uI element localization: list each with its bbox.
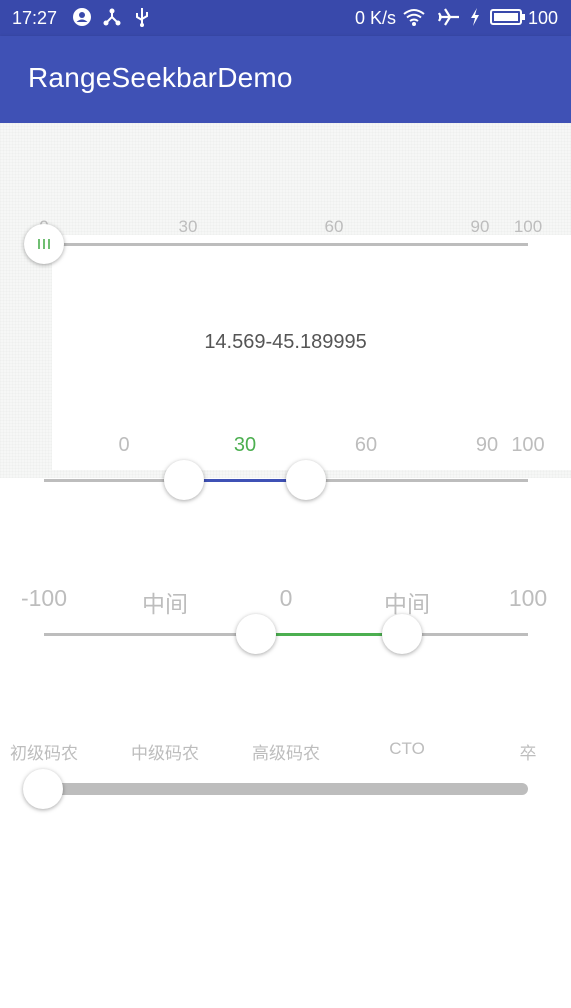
battery-icon (490, 9, 525, 25)
battery-level: 100 (528, 8, 559, 28)
seekbar-1-tick-2: 60 (324, 217, 344, 236)
seekbar-4-tick-1: 中级码农 (131, 744, 199, 763)
wifi-icon (403, 9, 425, 26)
seekbar-3-max-thumb[interactable] (382, 614, 422, 654)
grip-lines-icon (38, 239, 50, 249)
seekbar-4-tick-3: CTO (389, 739, 425, 758)
status-time: 17:27 (12, 8, 58, 28)
seekbar-4-tick-4: 卒 (519, 744, 537, 763)
seekbar-3-tick-4: 100 (508, 585, 548, 611)
seekbar-3-tick-1: 中间 (142, 591, 188, 617)
seekbar-3-progress (256, 633, 402, 636)
account-icon (73, 8, 91, 26)
seekbar-1-track[interactable] (44, 243, 528, 246)
range-value-text: 14.569-45.189995 (204, 331, 367, 353)
seekbar-2-max-thumb[interactable] (286, 460, 326, 500)
seekbar-2-min-thumb[interactable] (164, 460, 204, 500)
charging-icon (471, 8, 479, 26)
seekbar-3-min-thumb[interactable] (236, 614, 276, 654)
seekbar-2-tick-1-active: 30 (233, 434, 257, 456)
airplane-icon (438, 8, 459, 26)
content: 0 30 60 90 100 14.569-45.189995 0 30 60 … (0, 123, 571, 1008)
seekbar-3-tick-0: -100 (20, 585, 68, 611)
seekbar-4-tick-0: 初级码农 (10, 744, 78, 763)
status-bar: 17:27 0 K/s 100 (0, 0, 571, 36)
seekbar-1-thumb[interactable] (24, 224, 64, 264)
usb-icon (136, 8, 148, 27)
seekbar-1-tick-4: 100 (513, 217, 543, 236)
seekbar-1-tick-1: 30 (178, 217, 198, 236)
seekbar-2-tick-0: 0 (118, 434, 130, 456)
seekbar-4-thumb[interactable] (23, 769, 63, 809)
seekbar-4-tick-2: 高级码农 (252, 744, 320, 763)
share-network-icon (103, 8, 121, 26)
network-speed: 0 K/s (355, 8, 397, 28)
seekbar-4-track[interactable] (44, 783, 528, 795)
app-title: RangeSeekbarDemo (28, 62, 293, 93)
seekbar-2-tick-3: 90 (475, 434, 499, 456)
seekbar-3-tick-2: 0 (279, 585, 293, 611)
seekbar-2-tick-2: 60 (354, 434, 378, 456)
app-bar: RangeSeekbarDemo (0, 36, 571, 123)
seekbar-1-tick-3: 90 (470, 217, 490, 236)
seekbar-2-tick-4: 100 (511, 434, 545, 456)
